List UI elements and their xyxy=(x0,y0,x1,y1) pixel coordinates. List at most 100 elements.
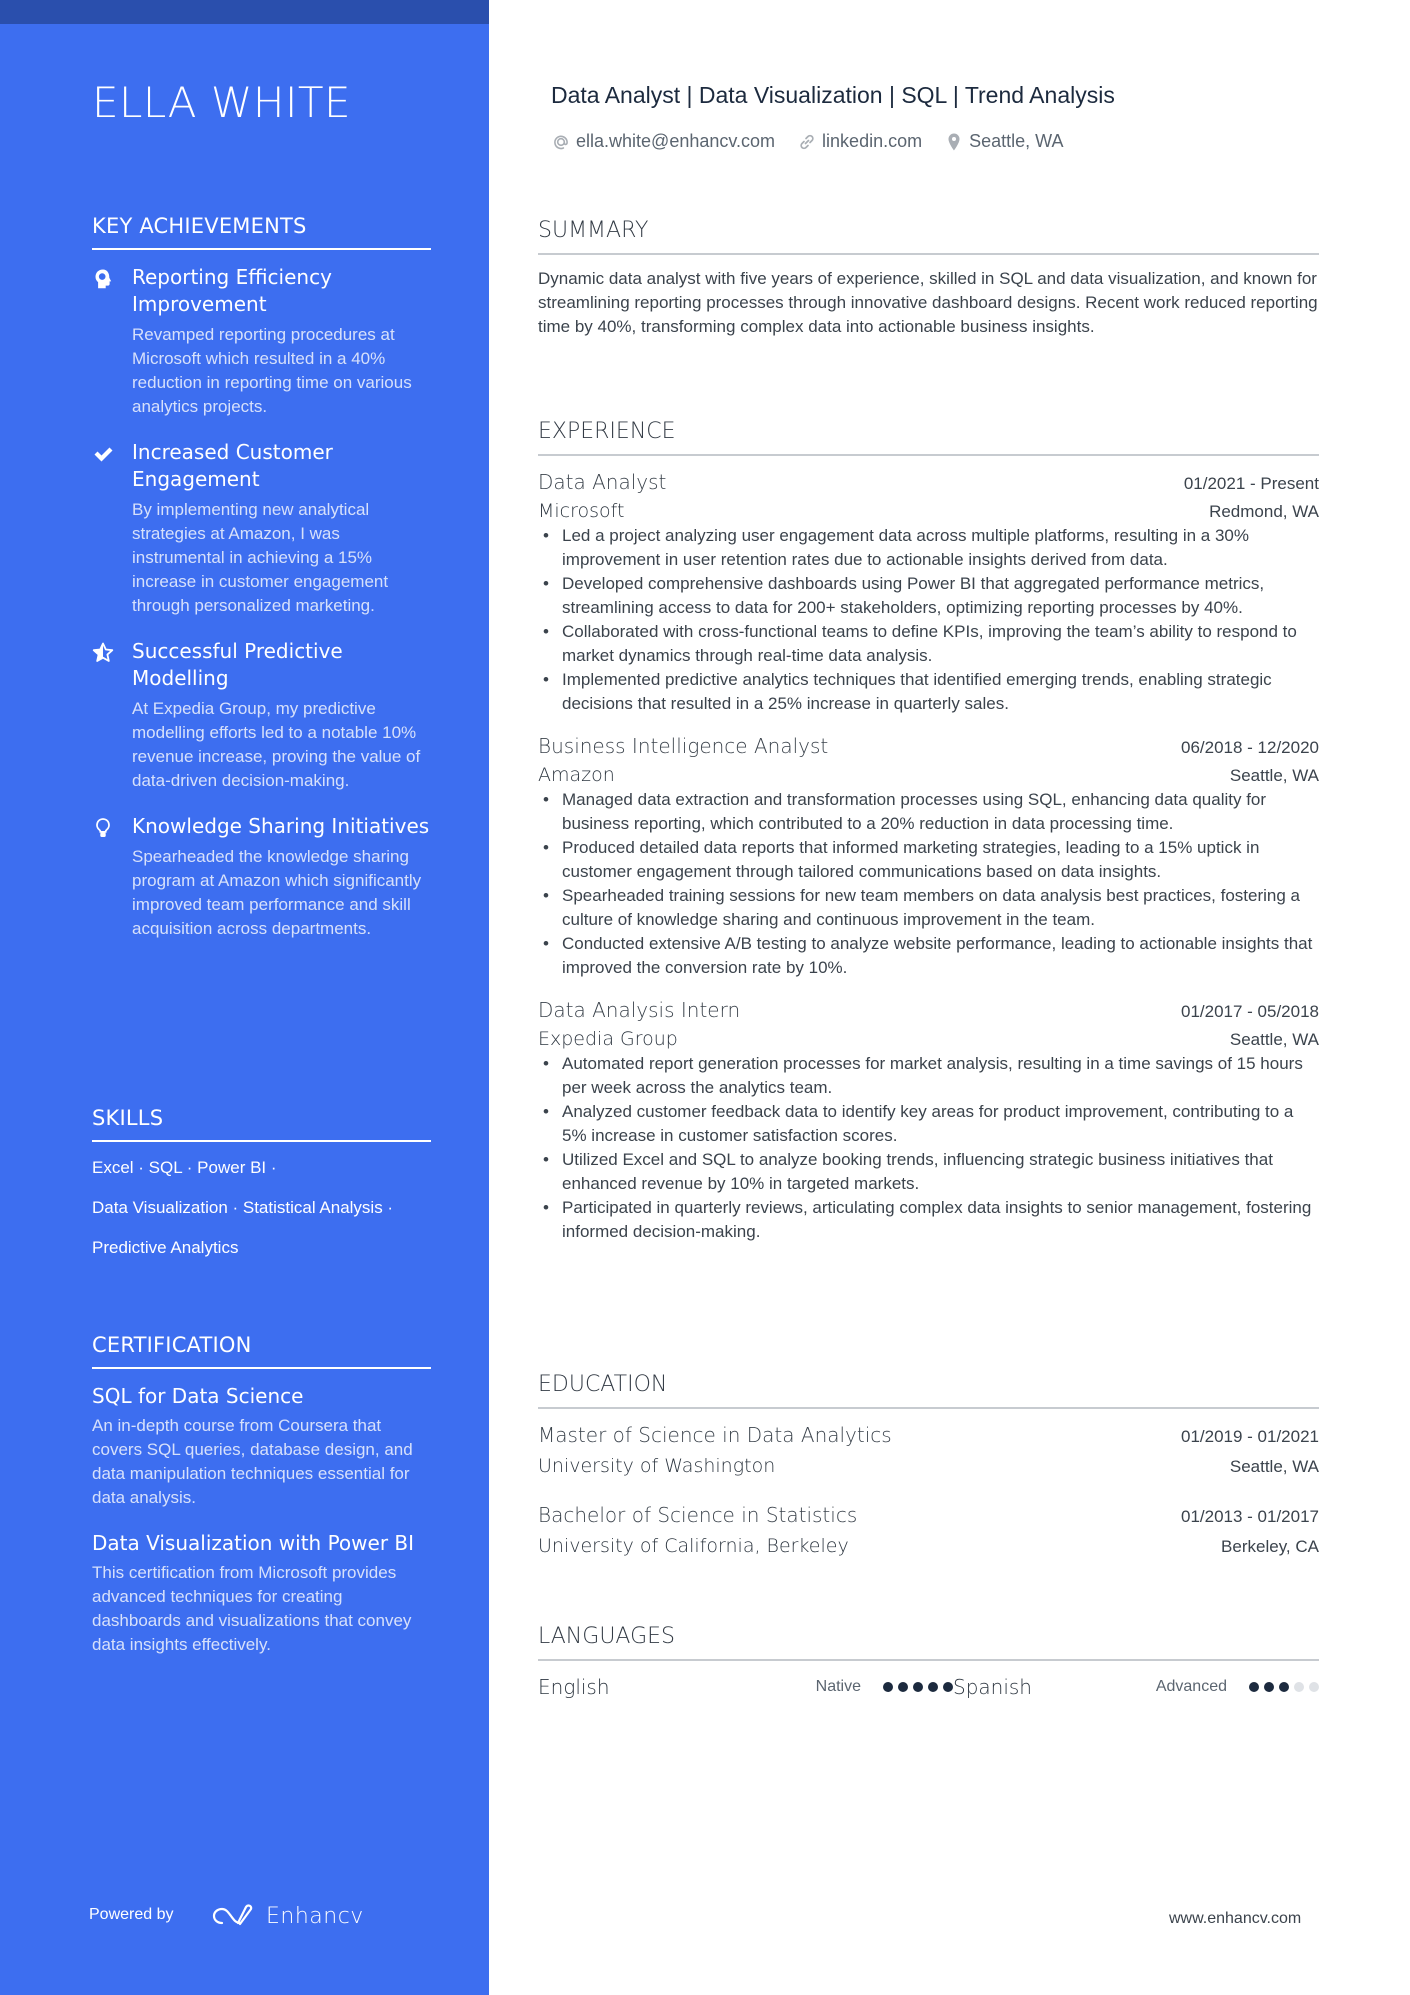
link-icon xyxy=(800,134,814,149)
experience-title: EXPERIENCE xyxy=(538,419,1319,456)
company-name: Expedia Group xyxy=(538,1028,678,1050)
job-bullets: Managed data extraction and transformati… xyxy=(538,788,1319,980)
certification-description: This certification from Microsoft provid… xyxy=(92,1563,412,1654)
bullet-item: Led a project analyzing user engagement … xyxy=(538,524,1319,572)
bullet-item: Automated report generation processes fo… xyxy=(538,1052,1319,1100)
website-link[interactable]: www.enhancv.com xyxy=(1169,1910,1301,1928)
language-item: English Native xyxy=(538,1675,953,1699)
achievement-item: Successful Predictive Modelling At Exped… xyxy=(92,638,431,793)
email-text: ella.white@enhancv.com xyxy=(576,131,776,151)
enhancv-logo-link[interactable]: Enhancv xyxy=(208,1903,364,1929)
location-text: Seattle, WA xyxy=(969,131,1064,151)
sidebar-top-bar xyxy=(0,0,489,24)
degree: Master of Science in Data Analytics xyxy=(538,1423,892,1447)
certification-name: SQL for Data Science xyxy=(92,1384,304,1408)
achievement-item: Reporting Efficiency Improvement Revampe… xyxy=(92,264,431,419)
rating-dot-empty xyxy=(1309,1682,1319,1692)
job-dates: 01/2021 - Present xyxy=(1183,474,1319,493)
summary-text: Dynamic data analyst with five years of … xyxy=(538,269,1318,336)
languages-title: LANGUAGES xyxy=(538,1624,1319,1661)
enhancv-brand: Enhancv xyxy=(266,1903,364,1929)
sidebar: ELLA WHITE KEY ACHIEVEMENTS Reporting Ef… xyxy=(0,0,489,1995)
experience-section: EXPERIENCE Data Analyst 01/2021 - Presen… xyxy=(538,419,1319,1244)
certification-title: CERTIFICATION xyxy=(92,1333,431,1369)
skills-line: Excel · SQL · Power BI · xyxy=(92,1158,277,1177)
rating-dot-filled xyxy=(883,1682,893,1692)
rating-dot-filled xyxy=(913,1682,923,1692)
head-icon xyxy=(92,268,114,290)
bullet-item: Analyzed customer feedback data to ident… xyxy=(538,1100,1319,1148)
education-entry: Master of Science in Data Analytics 01/2… xyxy=(538,1423,1319,1477)
bullet-item: Participated in quarterly reviews, artic… xyxy=(538,1196,1319,1244)
rating-dot-filled xyxy=(943,1682,953,1692)
job-title: Data Analyst xyxy=(538,470,667,494)
job-bullets: Automated report generation processes fo… xyxy=(538,1052,1319,1244)
skills-line: Data Visualization · Statistical Analysi… xyxy=(92,1198,394,1217)
education-dates: 01/2013 - 01/2017 xyxy=(1180,1507,1319,1526)
bullet-item: Developed comprehensive dashboards using… xyxy=(538,572,1319,620)
contact-info: ella.white@enhancv.com linkedin.com Seat… xyxy=(551,131,1063,152)
enhancv-logo-icon xyxy=(212,1904,253,1926)
check-icon xyxy=(92,443,114,465)
achievement-description: By implementing new analytical strategie… xyxy=(132,500,389,615)
rating-dot-empty xyxy=(1294,1682,1304,1692)
candidate-name: ELLA WHITE xyxy=(92,78,352,127)
certification-item: SQL for Data Science An in-depth course … xyxy=(92,1383,431,1510)
skills-line: Predictive Analytics xyxy=(92,1238,239,1257)
key-achievements-section: KEY ACHIEVEMENTS Reporting Efficiency Im… xyxy=(92,214,431,941)
key-achievements-title: KEY ACHIEVEMENTS xyxy=(92,214,431,250)
bullet-item: Collaborated with cross-functional teams… xyxy=(538,620,1319,668)
bullet-item: Spearheaded training sessions for new te… xyxy=(538,884,1319,932)
certification-item: Data Visualization with Power BI This ce… xyxy=(92,1530,431,1657)
company-name: Amazon xyxy=(538,764,615,786)
location-contact: Seattle, WA xyxy=(944,131,1063,152)
job-entry: Business Intelligence Analyst 06/2018 - … xyxy=(538,734,1319,980)
job-entry: Data Analysis Intern 01/2017 - 05/2018 E… xyxy=(538,998,1319,1244)
languages-section: LANGUAGES English Native Spanish Advance… xyxy=(538,1624,1319,1699)
lightbulb-icon xyxy=(92,817,114,839)
language-rating xyxy=(883,1682,953,1692)
job-location: Seattle, WA xyxy=(1229,766,1319,785)
certification-name: Data Visualization with Power BI xyxy=(92,1531,415,1555)
job-location: Seattle, WA xyxy=(1229,1030,1319,1049)
headline: Data Analyst | Data Visualization | SQL … xyxy=(551,82,1115,108)
language-level: Advanced xyxy=(1155,1678,1227,1695)
linkedin-text: linkedin.com xyxy=(822,131,923,151)
degree: Bachelor of Science in Statistics xyxy=(538,1503,858,1527)
at-icon xyxy=(554,135,568,149)
powered-by-label: Powered by xyxy=(89,1906,174,1923)
certification-description: An in-depth course from Coursera that co… xyxy=(92,1416,413,1507)
bullet-item: Utilized Excel and SQL to analyze bookin… xyxy=(538,1148,1319,1196)
achievement-item: Knowledge Sharing Initiatives Spearheade… xyxy=(92,813,431,941)
bullet-item: Implemented predictive analytics techniq… xyxy=(538,668,1319,716)
education-dates: 01/2019 - 01/2021 xyxy=(1180,1427,1319,1446)
language-name: English xyxy=(538,1675,610,1699)
rating-dot-filled xyxy=(928,1682,938,1692)
school-name: University of Washington xyxy=(538,1455,776,1477)
education-entry: Bachelor of Science in Statistics 01/201… xyxy=(538,1503,1319,1557)
rating-dot-filled xyxy=(898,1682,908,1692)
company-name: Microsoft xyxy=(538,500,625,522)
job-dates: 06/2018 - 12/2020 xyxy=(1180,738,1319,757)
summary-section: SUMMARY Dynamic data analyst with five y… xyxy=(538,218,1319,339)
education-location: Berkeley, CA xyxy=(1221,1537,1319,1556)
job-title: Business Intelligence Analyst xyxy=(538,734,829,758)
language-level: Native xyxy=(815,1678,861,1695)
certification-section: CERTIFICATION SQL for Data Science An in… xyxy=(92,1333,431,1657)
linkedin-contact[interactable]: linkedin.com xyxy=(797,131,922,152)
languages-list: English Native Spanish Advanced xyxy=(538,1675,1319,1699)
skills-section: SKILLS Excel · SQL · Power BI · Data Vis… xyxy=(92,1106,431,1260)
achievement-description: At Expedia Group, my predictive modellin… xyxy=(132,699,421,790)
language-rating xyxy=(1249,1682,1319,1692)
email-contact[interactable]: ella.white@enhancv.com xyxy=(551,131,775,152)
rating-dot-filled xyxy=(1264,1682,1274,1692)
job-bullets: Led a project analyzing user engagement … xyxy=(538,524,1319,716)
job-entry: Data Analyst 01/2021 - Present Microsoft… xyxy=(538,470,1319,716)
rating-dot-filled xyxy=(1249,1682,1259,1692)
summary-title: SUMMARY xyxy=(538,218,1319,255)
language-name: Spanish xyxy=(953,1675,1032,1699)
bullet-item: Produced detailed data reports that info… xyxy=(538,836,1319,884)
education-section: EDUCATION Master of Science in Data Anal… xyxy=(538,1372,1319,1557)
achievement-title: Reporting Efficiency Improvement xyxy=(132,265,332,316)
achievement-title: Successful Predictive Modelling xyxy=(132,639,343,690)
